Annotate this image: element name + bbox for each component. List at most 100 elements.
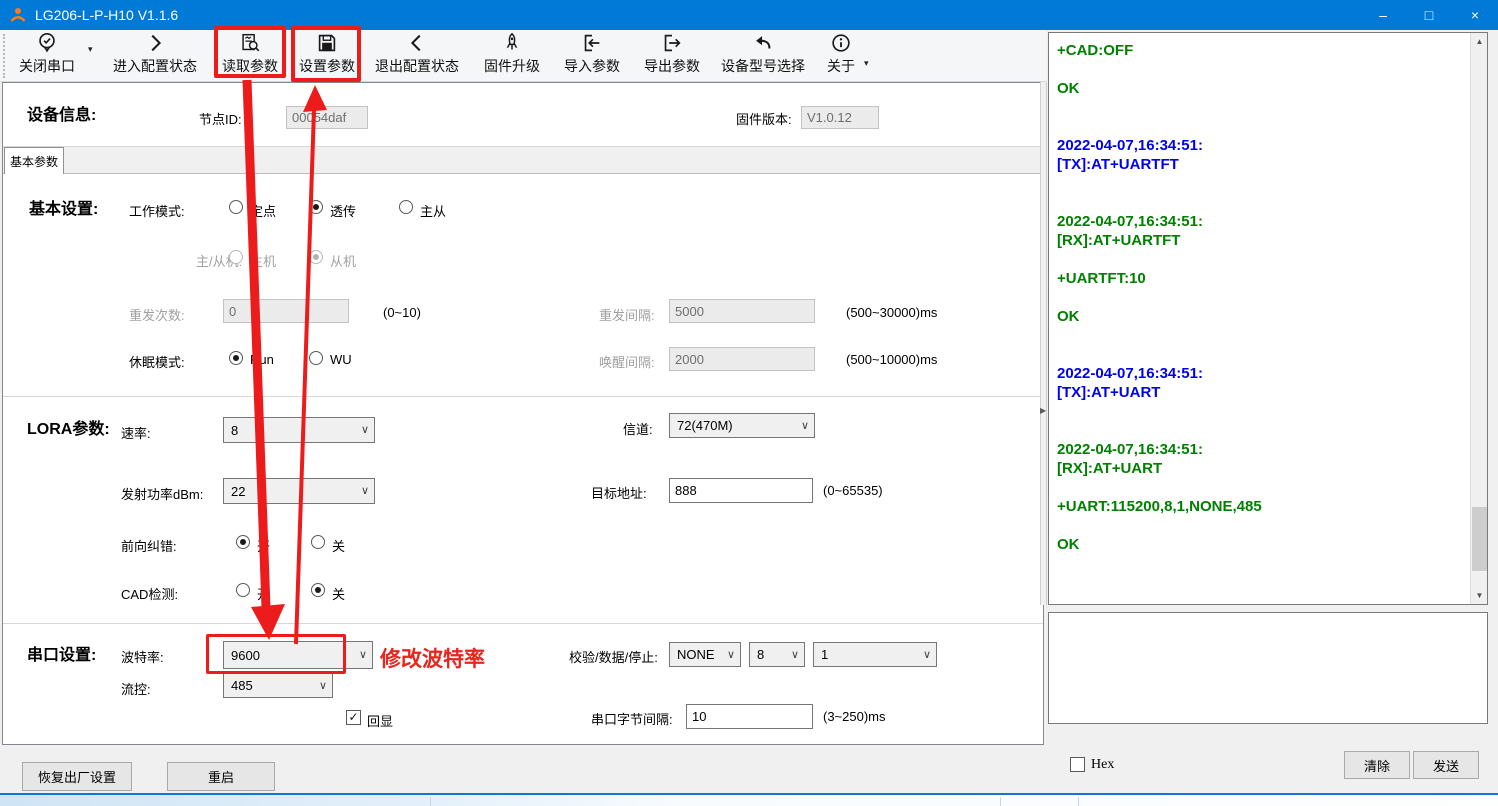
radio-cad-off[interactable] bbox=[311, 583, 325, 597]
resend-count-field bbox=[223, 299, 349, 323]
chevron-down-icon: ∨ bbox=[361, 484, 369, 497]
panel-splitter[interactable]: ▶ bbox=[1040, 82, 1047, 605]
toolbar-overflow-caret[interactable]: ▾ bbox=[864, 58, 869, 69]
toolbar-export-params-button[interactable]: 导出参数 bbox=[636, 31, 708, 81]
toolbar-enter-config-button[interactable]: 进入配置状态 bbox=[105, 31, 205, 81]
fec-label: 前向纠错: bbox=[121, 536, 177, 555]
titlebar: LG206-L-P-H10 V1.1.6 – □ × bbox=[0, 0, 1498, 30]
parity-combobox[interactable]: NONE∨ bbox=[669, 642, 741, 667]
log-line: [RX]:AT+UARTFT bbox=[1057, 231, 1467, 250]
close-serial-dropdown-caret[interactable]: ▾ bbox=[88, 44, 93, 55]
toolbar-firmware-upgrade-button[interactable]: 固件升级 bbox=[476, 31, 548, 81]
databits-combobox[interactable]: 8∨ bbox=[749, 642, 805, 667]
byte-interval-label: 串口字节间隔: bbox=[591, 709, 673, 728]
divider bbox=[3, 396, 1043, 397]
radio-fec-on[interactable] bbox=[236, 535, 250, 549]
undo-arrow-icon bbox=[751, 31, 775, 55]
log-line: [RX]:AT+UART bbox=[1057, 459, 1467, 478]
radio-work-mode-fixed[interactable] bbox=[229, 200, 243, 214]
log-line bbox=[1057, 516, 1467, 535]
radio-label-fec-off: 关 bbox=[332, 536, 345, 555]
radio-cad-on[interactable] bbox=[236, 583, 250, 597]
config-panel: 设备信息: 节点ID: 固件版本: 基本参数 基本设置: 工作模式: 定点 透传… bbox=[2, 82, 1044, 745]
radio-sleep-wu[interactable] bbox=[309, 351, 323, 365]
clear-button[interactable]: 清除 bbox=[1344, 751, 1410, 779]
echo-checkbox[interactable] bbox=[346, 710, 361, 725]
scrollbar-thumb[interactable] bbox=[1472, 507, 1487, 571]
toolbar-exit-config-button[interactable]: 退出配置状态 bbox=[367, 31, 467, 81]
toolbar-set-params-button[interactable]: 设置参数 bbox=[291, 31, 363, 81]
tab-basic-params[interactable]: 基本参数 bbox=[4, 147, 64, 174]
tx-power-combobox[interactable]: 22 ∨ bbox=[223, 478, 375, 504]
radio-label-wu: WU bbox=[330, 352, 352, 367]
log-line: 2022-04-07,16:34:51: bbox=[1057, 212, 1467, 231]
resend-interval-label: 重发间隔: bbox=[599, 305, 655, 324]
basic-settings-section-label: 基本设置: bbox=[29, 195, 98, 219]
log-scrollbar[interactable]: ▲ ▼ bbox=[1470, 33, 1487, 604]
tx-power-label: 发射功率dBm: bbox=[121, 484, 203, 503]
log-line: OK bbox=[1057, 79, 1467, 98]
factory-reset-button[interactable]: 恢复出厂设置 bbox=[22, 762, 132, 791]
send-button[interactable]: 发送 bbox=[1413, 751, 1479, 779]
resend-count-hint: (0~10) bbox=[383, 305, 421, 320]
scroll-down-arrow[interactable]: ▼ bbox=[1471, 587, 1488, 604]
toolbar-grip[interactable] bbox=[3, 34, 5, 78]
wake-interval-hint: (500~10000)ms bbox=[846, 352, 937, 367]
flow-value: 485 bbox=[231, 678, 253, 693]
stopbits-combobox[interactable]: 1∨ bbox=[813, 642, 937, 667]
window-title: LG206-L-P-H10 V1.1.6 bbox=[35, 7, 1360, 23]
radio-work-mode-master-slave[interactable] bbox=[399, 200, 413, 214]
chevron-down-icon: ∨ bbox=[359, 648, 367, 661]
reboot-button[interactable]: 重启 bbox=[167, 762, 275, 791]
radio-label-cad-on: 开 bbox=[257, 584, 270, 603]
splitter-collapse-icon[interactable]: ▶ bbox=[1040, 406, 1046, 415]
serial-log-text: +CAD:OFF OK 2022-04-07,16:34:51: [TX]:AT… bbox=[1057, 41, 1467, 602]
toolbar-label: 进入配置状态 bbox=[113, 57, 197, 75]
log-line bbox=[1057, 60, 1467, 79]
radio-fec-off[interactable] bbox=[311, 535, 325, 549]
rate-combobox[interactable]: 8∨ bbox=[223, 417, 375, 443]
tx-power-value: 22 bbox=[231, 484, 245, 499]
radio-label-master: 主机 bbox=[250, 251, 276, 270]
byte-interval-field[interactable] bbox=[686, 704, 813, 729]
serial-port-pin-check-icon bbox=[35, 31, 59, 55]
toolbar-device-model-button[interactable]: 设备型号选择 bbox=[713, 31, 813, 81]
import-arrow-icon bbox=[580, 31, 604, 55]
log-line: [TX]:AT+UART bbox=[1057, 383, 1467, 402]
log-line: 2022-04-07,16:34:51: bbox=[1057, 364, 1467, 383]
log-line: 2022-04-07,16:34:51: bbox=[1057, 136, 1467, 155]
hex-checkbox[interactable] bbox=[1070, 757, 1085, 772]
chevron-down-icon: ∨ bbox=[319, 678, 327, 691]
radio-work-mode-transparent[interactable] bbox=[309, 200, 323, 214]
toolbar-label: 导出参数 bbox=[644, 57, 700, 75]
app-logo-icon bbox=[9, 6, 27, 24]
minimize-button[interactable]: – bbox=[1360, 0, 1406, 30]
log-line bbox=[1057, 421, 1467, 440]
serial-log-panel[interactable]: +CAD:OFF OK 2022-04-07,16:34:51: [TX]:AT… bbox=[1048, 32, 1488, 605]
baud-combobox[interactable]: 9600∨ bbox=[223, 641, 373, 669]
log-line: OK bbox=[1057, 535, 1467, 554]
radio-label-run: Run bbox=[250, 352, 274, 367]
close-button[interactable]: × bbox=[1452, 0, 1498, 30]
target-addr-hint: (0~65535) bbox=[823, 483, 883, 498]
taskbar-sliver bbox=[0, 793, 1498, 806]
scroll-up-arrow[interactable]: ▲ bbox=[1471, 33, 1488, 50]
divider bbox=[3, 623, 1043, 624]
radio-sleep-run[interactable] bbox=[229, 351, 243, 365]
flow-combobox[interactable]: 485 ∨ bbox=[223, 673, 333, 698]
toolbar-close-serial-button[interactable]: 关闭串口 bbox=[9, 31, 85, 81]
rate-value: 8 bbox=[231, 423, 238, 438]
toolbar-read-params-button[interactable]: 读取参数 bbox=[214, 31, 286, 81]
toolbar-about-button[interactable]: 关于 bbox=[819, 31, 863, 81]
send-input[interactable] bbox=[1048, 612, 1488, 724]
device-info-section-label: 设备信息: bbox=[27, 101, 96, 125]
toolbar-label: 导入参数 bbox=[564, 57, 620, 75]
toolbar-label: 读取参数 bbox=[222, 57, 278, 75]
log-line: OK bbox=[1057, 307, 1467, 326]
target-addr-field[interactable] bbox=[669, 478, 813, 503]
toolbar-label: 退出配置状态 bbox=[375, 57, 459, 75]
toolbar-import-params-button[interactable]: 导入参数 bbox=[556, 31, 628, 81]
sleep-mode-label: 休眠模式: bbox=[129, 352, 185, 371]
channel-combobox[interactable]: 72(470M)∨ bbox=[669, 413, 815, 438]
maximize-button[interactable]: □ bbox=[1406, 0, 1452, 30]
